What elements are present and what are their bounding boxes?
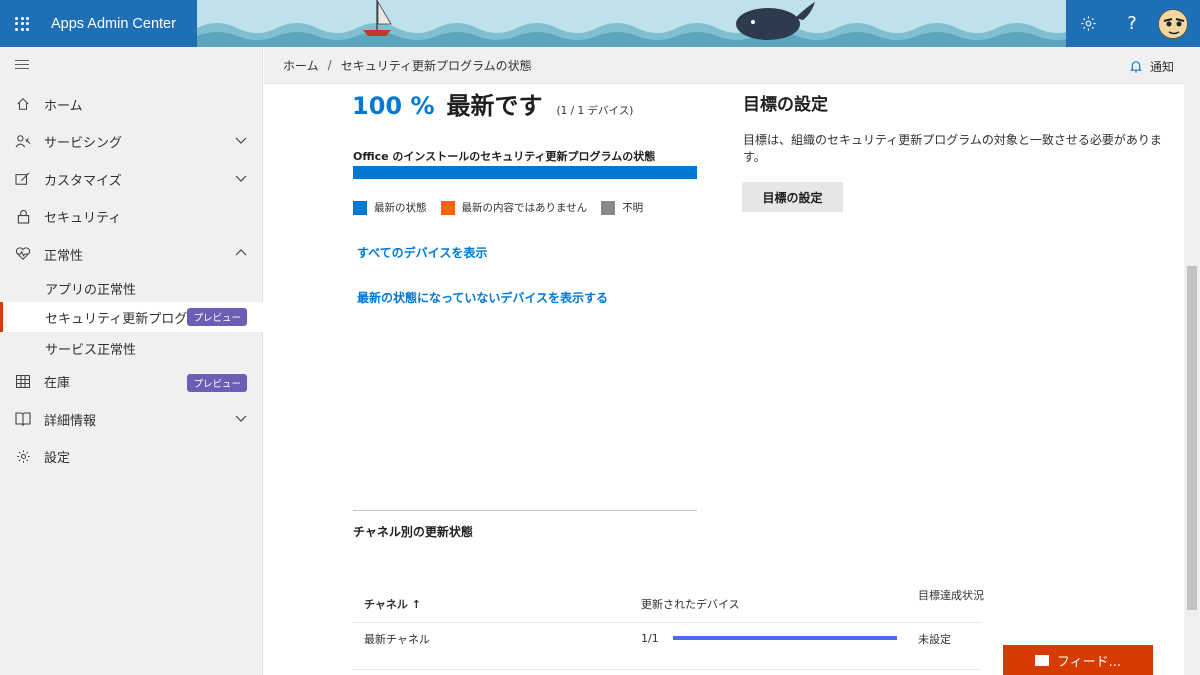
header-actions: ? <box>1066 0 1200 47</box>
hamburger-icon[interactable] <box>15 60 29 72</box>
sidebar-subitem-service-health[interactable]: サービス正常性 <box>0 333 263 363</box>
book-icon <box>14 410 32 428</box>
app-title[interactable]: Apps Admin Center <box>51 16 176 32</box>
legend-label: 最新の内容ではありません <box>461 202 588 214</box>
sidebar-item-label: セキュリティ <box>44 210 122 226</box>
cell-channel: 最新チャネル <box>364 633 430 646</box>
home-icon <box>14 95 32 113</box>
feedback-label: フィード... <box>1056 654 1122 670</box>
main-content: 100 % 最新です (1 / 1 デバイス) Office のインストールのセ… <box>264 84 1184 675</box>
sidebar-item-learn-more[interactable]: 詳細情報 <box>0 402 263 436</box>
bell-icon <box>1129 61 1142 73</box>
gear-icon[interactable] <box>1066 0 1110 47</box>
sidebar-item-label: 詳細情報 <box>44 413 97 429</box>
sidebar-item-label: 正常性 <box>44 248 84 264</box>
customize-icon <box>14 170 32 188</box>
feedback-button[interactable]: フィード... <box>1003 645 1153 675</box>
legend-item-not-up-to-date: 最新の内容ではありません <box>440 200 588 215</box>
legend-item-up-to-date: 最新の状態 <box>353 200 427 215</box>
chat-icon <box>1034 654 1049 666</box>
sidebar-item-label: 設定 <box>44 450 71 466</box>
app-brand: Apps Admin Center <box>0 0 197 47</box>
status-device-count: (1 / 1 デバイス) <box>556 105 634 117</box>
sidebar-item-label: ホーム <box>44 98 83 114</box>
sidebar-item-label: カスタマイズ <box>44 173 122 189</box>
top-bar: Apps Admin Center ? <box>0 0 1200 47</box>
status-progress-bar <box>353 166 697 179</box>
legend-swatch <box>353 200 367 215</box>
chevron-up-icon <box>235 249 247 256</box>
sidebar-item-label: サービシング <box>44 135 123 151</box>
column-header-goal-status[interactable]: 目標達成状況 <box>918 588 984 603</box>
servicing-icon <box>14 132 32 150</box>
header-banner-waves <box>197 0 1067 47</box>
sidebar-item-customize[interactable]: カスタマイズ <box>0 162 263 196</box>
status-state: 最新です <box>446 92 543 120</box>
column-header-channel[interactable]: チャネル ↑ <box>364 596 421 612</box>
avatar[interactable] <box>1158 8 1188 39</box>
chevron-down-icon <box>235 415 247 422</box>
status-percent: 100 % <box>352 92 435 120</box>
sidebar-item-inventory[interactable]: 在庫 プレビュー <box>0 364 263 398</box>
section-divider <box>353 510 697 511</box>
channel-section-title: チャネル別の更新状態 <box>353 525 473 539</box>
legend-label: 最新の状態 <box>374 202 427 214</box>
sidebar-item-label: 在庫 <box>44 375 71 391</box>
legend-label: 不明 <box>622 202 644 214</box>
status-legend: 最新の状態 最新の内容ではありません 不明 <box>353 200 657 215</box>
sidebar-item-servicing[interactable]: サービシング <box>0 124 263 158</box>
sidebar-item-settings[interactable]: 設定 <box>0 439 263 473</box>
sidebar-item-security[interactable]: セキュリティ <box>0 199 263 233</box>
sidebar-item-label: サービス正常性 <box>45 342 137 358</box>
sidebar-item-label: アプリの正常性 <box>45 282 137 298</box>
table-divider <box>352 669 982 670</box>
updated-progress-bar <box>673 636 897 640</box>
waffle-icon[interactable] <box>15 16 29 31</box>
column-header-updated-devices[interactable]: 更新されたデバイス <box>641 596 740 612</box>
view-all-devices-link[interactable]: すべてのデバイスを表示 <box>357 244 487 261</box>
gear-icon <box>14 447 32 465</box>
breadcrumb-current: セキュリティ更新プログラムの状態 <box>340 58 532 73</box>
cell-updated-count: 1/1 <box>641 632 659 645</box>
preview-badge: プレビュー <box>187 374 247 392</box>
notification-button[interactable]: 通知 <box>1129 58 1174 75</box>
goal-description: 目標は、組織のセキュリティ更新プログラムの対象と一致させる必要があります。 <box>743 133 1162 164</box>
sidebar: ホーム サービシング カスタマイズ セキュリティ 正常性 アプリの正常性 セキュ… <box>0 47 263 675</box>
lock-icon <box>14 207 32 225</box>
sidebar-item-health[interactable]: 正常性 <box>0 237 263 271</box>
view-not-up-to-date-devices-link[interactable]: 最新の状態になっていないデバイスを表示する <box>357 289 608 306</box>
legend-item-unknown: 不明 <box>601 200 643 215</box>
status-summary: 100 % 最新です (1 / 1 デバイス) <box>352 86 633 121</box>
heart-icon <box>14 245 32 263</box>
table-divider <box>352 622 982 623</box>
preview-badge: プレビュー <box>187 308 247 326</box>
set-goal-button[interactable]: 目標の設定 <box>742 182 843 212</box>
breadcrumb-separator: / <box>327 58 332 72</box>
chevron-down-icon <box>235 137 247 144</box>
sidebar-item-home[interactable]: ホーム <box>0 87 263 121</box>
scrollbar-thumb[interactable] <box>1187 266 1197 610</box>
sidebar-subitem-security-updates[interactable]: セキュリティ更新プログラム... プレビュー <box>0 302 263 332</box>
legend-swatch <box>440 200 455 215</box>
status-section-label: Office のインストールのセキュリティ更新プログラムの状態 <box>353 150 656 163</box>
cell-goal-status: 未設定 <box>918 633 951 646</box>
legend-swatch <box>601 200 616 215</box>
sidebar-subitem-app-health[interactable]: アプリの正常性 <box>0 273 263 303</box>
notification-label: 通知 <box>1149 60 1174 74</box>
breadcrumb-home[interactable]: ホーム <box>283 57 319 74</box>
breadcrumb: ホーム / セキュリティ更新プログラムの状態 通知 <box>264 47 1184 84</box>
help-icon[interactable]: ? <box>1110 0 1154 47</box>
table-icon <box>14 372 32 390</box>
goal-title: 目標の設定 <box>743 95 828 115</box>
chevron-down-icon <box>235 175 247 182</box>
